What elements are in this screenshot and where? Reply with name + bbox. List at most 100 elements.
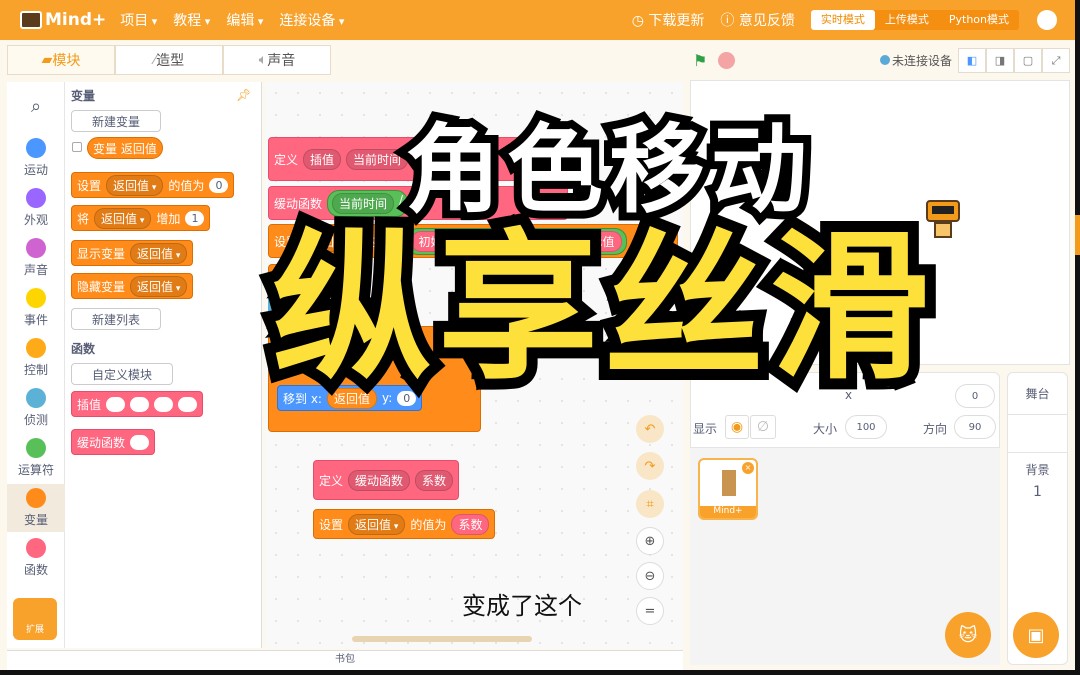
- t: 的值为: [410, 517, 447, 532]
- small-stage-button[interactable]: ◧: [958, 48, 986, 73]
- mode-upload[interactable]: 上传模式: [875, 10, 939, 30]
- direction-field[interactable]: 90: [954, 415, 996, 439]
- extension-label: 扩展: [25, 625, 44, 635]
- category-label: 事件: [23, 313, 48, 327]
- category-dot: [26, 488, 46, 508]
- interp-function-block[interactable]: 插值: [71, 391, 204, 417]
- category-operators[interactable]: 运算符: [7, 438, 65, 478]
- category-motion[interactable]: 运动: [7, 138, 65, 178]
- extension-button[interactable]: 扩展: [13, 598, 57, 640]
- tab-sounds[interactable]: 🔈︎ 声音: [223, 45, 331, 75]
- t: 当前时间: [346, 148, 409, 170]
- category-label: 声音: [23, 263, 48, 277]
- window-edge-scrollbar[interactable]: [1075, 215, 1080, 255]
- help-icon: ⓘ: [720, 13, 739, 29]
- set-return-coef-block[interactable]: 设置返回值的值为系数: [313, 509, 496, 539]
- show-label: 显示: [693, 422, 718, 436]
- y-field[interactable]: 0: [955, 384, 995, 408]
- speaker-icon: 🔈︎: [258, 52, 268, 68]
- undo-icon[interactable]: ↶: [636, 415, 664, 443]
- category-control[interactable]: 控制: [7, 338, 65, 378]
- ease-function-block[interactable]: 缓动函数: [71, 429, 156, 455]
- overlay-title-line2: 纵享丝滑: [261, 214, 941, 401]
- download-update-link[interactable]: ◷ 下载更新: [632, 10, 705, 30]
- category-variables[interactable]: 变量: [7, 484, 65, 532]
- eye-icon[interactable]: ◉: [725, 415, 749, 439]
- category-label: 变量: [23, 513, 48, 527]
- mode-python[interactable]: Python模式: [939, 10, 1019, 30]
- category-sensing[interactable]: 侦测: [7, 388, 65, 428]
- category-functions[interactable]: 函数: [7, 538, 65, 578]
- menu-connect-device[interactable]: 连接设备: [279, 10, 344, 30]
- backpack[interactable]: 书包: [7, 650, 683, 670]
- functions-heading: 函数: [71, 342, 96, 356]
- custom-block-button[interactable]: 自定义模块: [71, 363, 173, 385]
- t: 系数: [451, 513, 490, 535]
- mode-realtime[interactable]: 实时模式: [810, 10, 875, 30]
- eye-hidden-icon[interactable]: ∅: [750, 415, 776, 439]
- large-stage-button[interactable]: ◨: [986, 48, 1014, 73]
- t: 的值为: [168, 178, 205, 193]
- new-list-button[interactable]: 新建列表: [71, 308, 161, 330]
- mode-switch: 实时模式 上传模式 Python模式: [810, 10, 1019, 30]
- backdrop-label: 背景: [1025, 463, 1050, 477]
- category-events[interactable]: 事件: [7, 288, 65, 328]
- tab-label: 模块: [52, 53, 81, 69]
- size-field[interactable]: 100: [845, 415, 887, 439]
- horizontal-scrollbar[interactable]: [352, 636, 532, 642]
- category-label: 函数: [23, 563, 48, 577]
- t: 0: [209, 177, 229, 193]
- variable-checkbox[interactable]: [72, 142, 82, 152]
- fullscreen-icon[interactable]: ⤢: [1042, 48, 1070, 73]
- green-flag-icon[interactable]: ⚑: [693, 51, 707, 70]
- direction-label: 方向: [923, 422, 948, 436]
- clock-icon: ◷: [631, 13, 649, 29]
- add-backdrop-image-icon[interactable]: ▣: [1013, 612, 1059, 658]
- hide-variable-block[interactable]: 隐藏变量 返回值: [71, 273, 194, 299]
- stop-icon[interactable]: [718, 52, 735, 69]
- t: 返回值: [94, 207, 152, 229]
- zoom-out-icon[interactable]: ⊖: [636, 562, 664, 590]
- add-sprite-cat-icon[interactable]: 🐱︎: [945, 612, 991, 658]
- tab-costumes[interactable]: ⁄ 造型: [115, 45, 223, 75]
- zoom-in-icon[interactable]: ⊕: [636, 527, 664, 555]
- stage-thumbnail[interactable]: [1008, 415, 1067, 453]
- set-variable-block[interactable]: 设置返回值的值为 0: [71, 172, 235, 198]
- tab-blocks[interactable]: ▰ 模块: [7, 45, 115, 75]
- zoom-reset-icon[interactable]: =: [636, 597, 664, 625]
- t: 返回值: [106, 174, 164, 196]
- t: 插值: [77, 397, 102, 412]
- tab-label: 声音: [267, 53, 296, 69]
- t: 隐藏变量: [77, 279, 126, 294]
- hide-stage-button[interactable]: ▢: [1014, 48, 1042, 73]
- feedback-label: 意见反馈: [738, 13, 795, 29]
- menu-edit[interactable]: 编辑: [226, 10, 263, 30]
- change-variable-block[interactable]: 将返回值增加 1: [71, 205, 211, 231]
- delete-sprite-icon[interactable]: ×: [742, 462, 754, 474]
- logo: Mind+: [20, 10, 106, 30]
- crop-icon[interactable]: ⌗: [636, 490, 664, 518]
- sprite-image: [722, 470, 736, 496]
- variable-reporter[interactable]: 变量 返回值: [87, 137, 163, 159]
- define-ease-block[interactable]: 定义 缓动函数 系数: [313, 460, 460, 500]
- category-sound[interactable]: 声音: [7, 238, 65, 278]
- category-dot: [26, 388, 46, 408]
- new-variable-button[interactable]: 新建变量: [71, 110, 161, 132]
- robot-logo-icon: [20, 11, 42, 29]
- redo-icon[interactable]: ↷: [636, 452, 664, 480]
- menu-project[interactable]: 项目: [120, 10, 157, 30]
- feedback-link[interactable]: ⓘ 意见反馈: [720, 10, 794, 30]
- sprite-thumbnail[interactable]: × Mind+: [698, 458, 758, 520]
- menu-tutorial[interactable]: 教程: [173, 10, 210, 30]
- top-menu-bar: Mind+ 项目 教程 编辑 连接设备 ◷ 下载更新 ⓘ 意见反馈 实时模式 上…: [0, 0, 1075, 40]
- show-variable-block[interactable]: 显示变量 返回值: [71, 240, 194, 266]
- search-icon[interactable]: ⌕: [7, 96, 65, 117]
- t: 将: [77, 211, 90, 226]
- size-label: 大小: [813, 422, 838, 436]
- pin-icon[interactable]: 📌︎: [236, 88, 251, 102]
- t: /: [399, 192, 404, 207]
- t: 显示变量: [77, 246, 126, 261]
- gear-icon[interactable]: [1037, 10, 1057, 30]
- category-looks[interactable]: 外观: [7, 188, 65, 228]
- t: 系数: [415, 469, 454, 491]
